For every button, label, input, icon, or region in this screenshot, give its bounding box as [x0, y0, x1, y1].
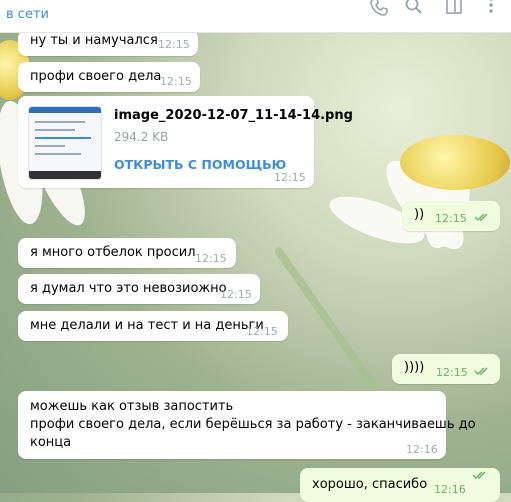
message-text: ))	[414, 207, 425, 222]
message-time: 12:16	[434, 483, 466, 496]
message-time: 12:15	[435, 212, 467, 225]
message-text: ну ты и намучался	[30, 33, 158, 48]
message-bubble-outgoing[interactable]: )) 12:15	[402, 201, 500, 231]
message-text-line: можешь как отзыв запостить	[30, 399, 234, 414]
message-text: мне делали и на тест и на деньги	[30, 318, 264, 333]
message-text: хорошо, спасибо	[312, 477, 428, 492]
message-time: 12:15	[436, 366, 468, 379]
message-text: профи своего дела	[30, 69, 162, 84]
message-bubble[interactable]: я много отбелок просил 12:15	[18, 238, 236, 268]
message-bubble[interactable]: я думал что это невозиожно 12:15	[18, 274, 260, 304]
read-checkmarks-icon	[474, 213, 488, 221]
file-message[interactable]: image_2020-12-07_11-14-14.png 294.2 KB О…	[18, 96, 353, 188]
message-time: 12:15	[160, 75, 192, 88]
sidebar-toggle-icon[interactable]	[444, 0, 464, 16]
message-time: 12:16	[406, 443, 438, 456]
search-icon[interactable]	[404, 0, 424, 16]
message-time: 12:15	[220, 288, 252, 301]
message-bubble[interactable]: мне делали и на тест и на деньги 12:15	[18, 311, 288, 341]
file-name[interactable]: image_2020-12-07_11-14-14.png	[114, 107, 353, 125]
message-time: 12:15	[246, 325, 278, 338]
image-thumbnail[interactable]	[28, 106, 102, 180]
message-bubble-outgoing[interactable]: хорошо, спасибо 12:16	[300, 468, 500, 502]
message-time: 12:15	[158, 38, 190, 51]
chat-header: в сети	[0, 0, 511, 33]
read-checkmarks-icon	[474, 367, 488, 375]
message-bubble-outgoing[interactable]: )))) 12:15	[392, 354, 500, 384]
message-text: ))))	[404, 360, 425, 375]
online-status: в сети	[6, 7, 49, 22]
more-icon[interactable]	[481, 0, 501, 16]
message-text-line: конца	[30, 435, 72, 450]
message-bubble[interactable]: профи своего дела 12:15	[18, 62, 200, 92]
message-time: 12:15	[274, 171, 306, 184]
phone-icon[interactable]	[369, 0, 389, 17]
message-bubble[interactable]: можешь как отзыв запостить профи своего …	[18, 391, 476, 459]
message-bubble[interactable]: ну ты и намучался 12:15	[18, 30, 198, 56]
message-time: 12:15	[195, 252, 227, 265]
message-text: я думал что это невозиожно	[30, 281, 227, 296]
message-text-line: профи своего дела, если берёшься за рабо…	[30, 417, 476, 432]
file-size: 294.2 KB	[114, 130, 169, 144]
read-checkmarks-icon	[472, 471, 486, 479]
open-with-link[interactable]: ОТКРЫТЬ С ПОМОЩЬЮ	[114, 156, 286, 174]
message-text: я много отбелок просил	[30, 245, 196, 260]
